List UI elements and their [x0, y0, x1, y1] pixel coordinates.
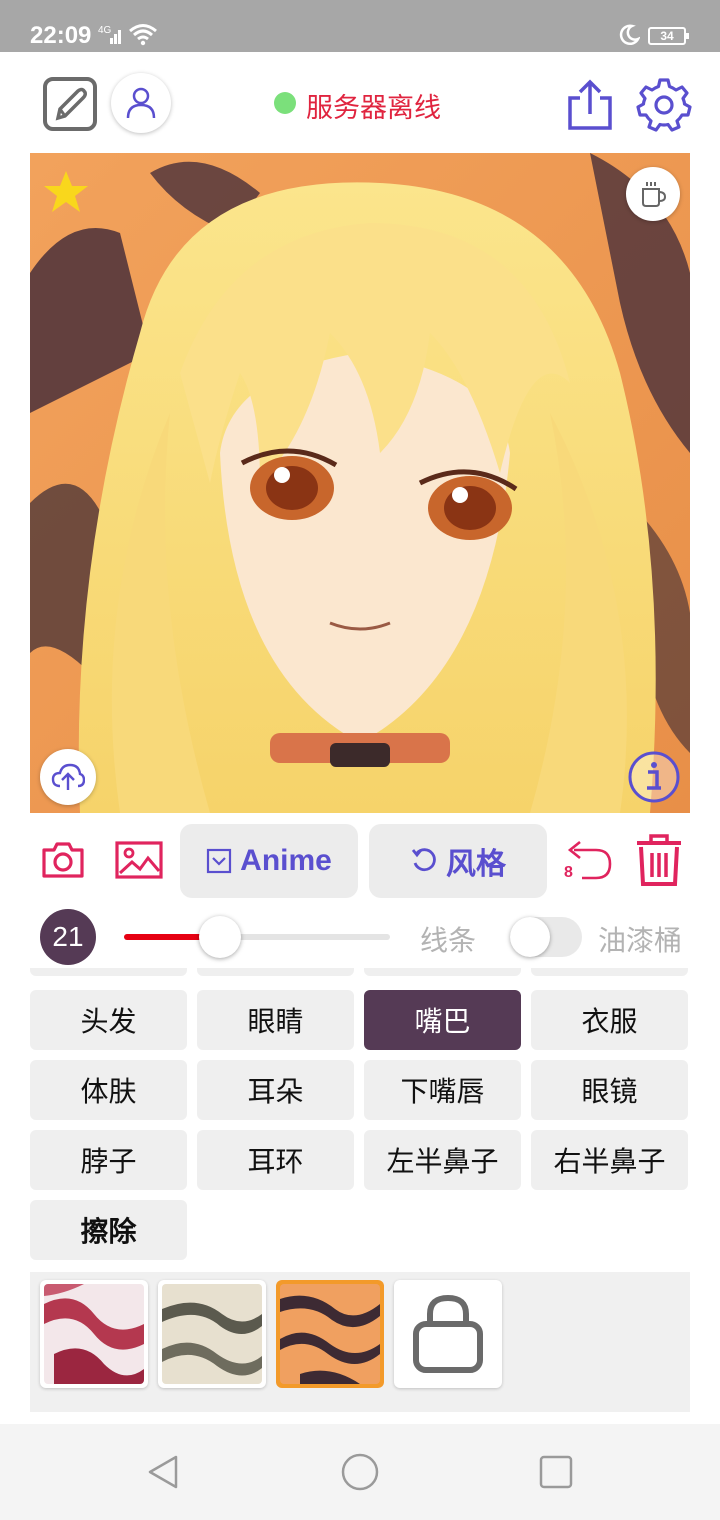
part-chip-eyes[interactable]: 眼睛: [197, 990, 354, 1050]
coffee-button[interactable]: [626, 167, 680, 221]
paint-bucket-toggle[interactable]: [510, 917, 582, 957]
share-icon: [568, 79, 612, 130]
style-label: 风格: [446, 848, 506, 881]
drawing-canvas[interactable]: [30, 153, 690, 813]
undo-count: 8: [564, 864, 573, 881]
pink-marble-texture: [44, 1284, 144, 1384]
wifi-icon: [129, 24, 157, 46]
brush-row: 21 线条 油漆桶: [0, 905, 720, 969]
recents-icon[interactable]: [538, 1454, 574, 1490]
back-icon[interactable]: [146, 1454, 180, 1490]
tool-row: Anime 风格 8: [0, 820, 720, 900]
part-chip-erase[interactable]: 擦除: [30, 1200, 187, 1260]
part-chip-mouth[interactable]: 嘴巴: [364, 990, 521, 1050]
swatch-shop[interactable]: [394, 1280, 502, 1388]
brush-size-slider[interactable]: [124, 916, 390, 958]
part-chip-left-nose[interactable]: 左半鼻子: [364, 1130, 521, 1190]
part-chip-clothes[interactable]: 衣服: [531, 990, 688, 1050]
part-chip-ears[interactable]: 耳朵: [197, 1060, 354, 1120]
settings-button[interactable]: [636, 76, 692, 132]
part-chip-glasses[interactable]: 眼镜: [531, 1060, 688, 1120]
trash-icon: [637, 834, 681, 886]
brush-size-badge: 21: [40, 909, 96, 965]
upload-button[interactable]: [40, 749, 96, 805]
status-bar: 22:09 4G 34: [0, 0, 720, 52]
top-bar: 服务器离线: [0, 52, 720, 152]
part-chip-lower-lip[interactable]: 下嘴唇: [364, 1060, 521, 1120]
home-icon[interactable]: [340, 1452, 380, 1492]
chip-hidden: [531, 968, 688, 976]
gear-icon: [636, 78, 692, 132]
coffee-icon: [642, 182, 667, 207]
part-chip-earrings[interactable]: 耳环: [197, 1130, 354, 1190]
camera-icon: [42, 842, 84, 878]
part-chip-neck[interactable]: 脖子: [30, 1130, 187, 1190]
texture-swatch-bar: [30, 1272, 690, 1412]
server-status-text: 服务器离线: [306, 93, 441, 124]
swatch-gray-marble[interactable]: [158, 1280, 266, 1388]
share-button[interactable]: [566, 78, 614, 132]
account-button[interactable]: [111, 73, 171, 133]
dropdown-box-icon: [207, 848, 232, 874]
paint-bucket-label: 油漆桶: [598, 924, 683, 957]
undo-button[interactable]: 8: [562, 834, 614, 886]
edit-icon: [43, 77, 97, 131]
clock: 22:09: [30, 22, 92, 49]
shopping-bag-icon: [413, 1294, 483, 1373]
gallery-button[interactable]: [114, 840, 164, 880]
line-mode-label[interactable]: 线条: [420, 919, 476, 959]
model-label: Anime: [240, 844, 332, 877]
part-chip-hair[interactable]: 头发: [30, 990, 187, 1050]
part-selector-grid: 头发 眼睛 嘴巴 衣服 体肤 耳朵 下嘴唇 眼镜 脖子 耳环 左半鼻子 右半鼻子…: [30, 968, 690, 1264]
image-icon: [115, 841, 163, 879]
refresh-icon: [411, 848, 436, 872]
swatch-orange-tiger[interactable]: [276, 1280, 384, 1388]
info-icon[interactable]: [627, 750, 681, 804]
signal-icon: [110, 30, 121, 44]
server-status-dot: [274, 92, 296, 114]
chip-hidden: [197, 968, 354, 976]
system-nav-bar: [0, 1424, 720, 1520]
do-not-disturb-icon: [619, 24, 640, 46]
gray-marble-texture: [162, 1284, 262, 1384]
cloud-upload-icon: [51, 763, 85, 790]
star-icon[interactable]: [42, 169, 90, 215]
swatch-pink-marble[interactable]: [40, 1280, 148, 1388]
part-chip-right-nose[interactable]: 右半鼻子: [531, 1130, 688, 1190]
delete-button[interactable]: [633, 832, 685, 888]
style-button[interactable]: 风格: [369, 824, 547, 898]
camera-button[interactable]: [40, 838, 86, 882]
battery-indicator: 34: [648, 27, 689, 45]
slider-thumb[interactable]: [198, 916, 241, 958]
orange-tiger-texture: [280, 1284, 380, 1384]
part-chip-skin[interactable]: 体肤: [30, 1060, 187, 1120]
model-selector-button[interactable]: Anime: [180, 824, 358, 898]
toggle-knob: [510, 917, 550, 957]
chip-hidden: [364, 968, 521, 976]
user-icon: [126, 87, 156, 119]
chip-hidden: [30, 968, 187, 976]
edit-button[interactable]: [42, 76, 98, 132]
anime-portrait-image: [30, 153, 690, 813]
